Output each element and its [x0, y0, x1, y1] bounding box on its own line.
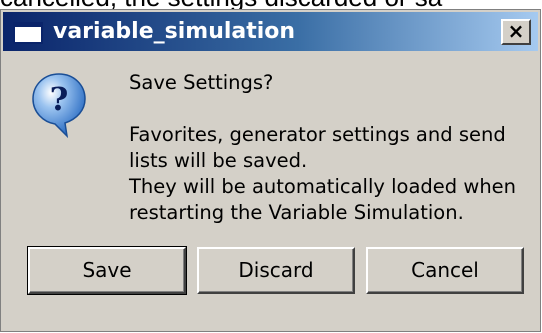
- message-heading: Save Settings?: [129, 71, 274, 94]
- title-bar[interactable]: variable_simulation ×: [3, 12, 538, 51]
- save-settings-dialog: variable_simulation × ? Save Settings? F…: [0, 9, 541, 332]
- svg-text:?: ?: [50, 80, 69, 118]
- discard-button[interactable]: Discard: [197, 247, 355, 294]
- message-text: Save Settings? Favorites, generator sett…: [129, 70, 529, 226]
- close-icon: ×: [507, 19, 525, 43]
- message-line: restarting the Variable Simulation.: [129, 201, 464, 224]
- close-button[interactable]: ×: [501, 19, 531, 45]
- save-button[interactable]: Save: [27, 246, 187, 295]
- window-app-icon: [13, 22, 43, 44]
- message-line: Favorites, generator settings and send: [129, 123, 506, 146]
- question-icon: ?: [32, 73, 86, 138]
- cancel-button[interactable]: Cancel: [366, 247, 524, 294]
- message-line: They will be automatically loaded when: [129, 175, 517, 198]
- window-title: variable_simulation: [53, 19, 296, 44]
- message-line: lists will be saved.: [129, 149, 308, 172]
